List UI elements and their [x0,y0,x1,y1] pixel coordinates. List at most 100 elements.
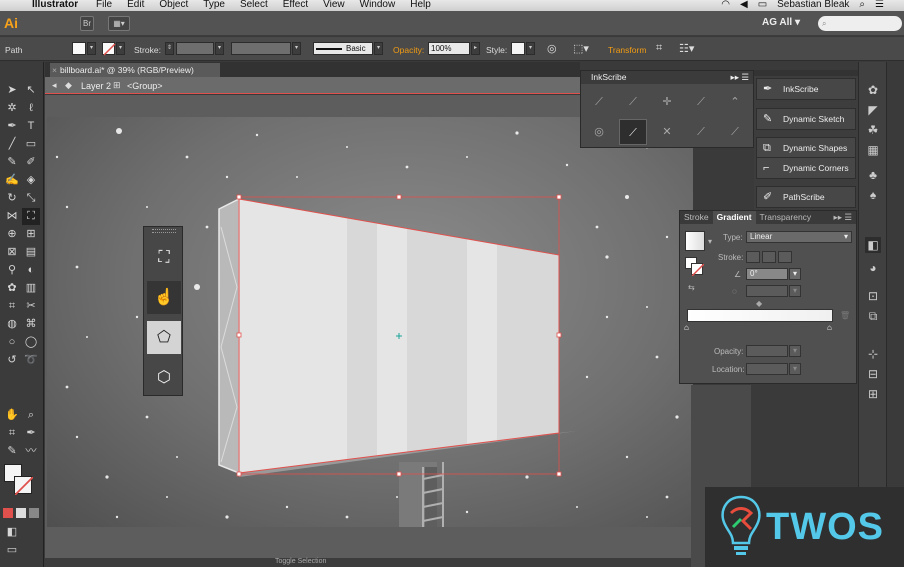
lasso-alt-tool-icon[interactable]: ↺ [3,352,21,369]
user-name[interactable]: Sebastian Bleak [777,0,849,10]
transparency-icon[interactable]: ◕ [865,260,881,276]
layers-icon[interactable]: ⧉ [865,308,881,324]
variable-width-dropdown[interactable]: ▾ [292,42,301,55]
recolor-icon[interactable]: ◎ [547,42,557,55]
extension-inkscribe[interactable]: ✒ InkScribe [756,78,856,100]
brush-alt-tool-icon[interactable]: ✎ [3,443,21,460]
group-breadcrumb[interactable]: <Group> [127,81,163,91]
fill-dropdown[interactable]: ▾ [87,42,96,55]
spotlight-icon[interactable]: ⌕ [859,0,865,10]
opacity-link[interactable]: Opacity: [393,45,424,55]
perspective-distort-icon[interactable]: ⬠ [147,321,181,354]
gradient-button[interactable] [29,508,39,518]
swatches-icon[interactable]: ☘ [865,122,881,138]
battery-icon[interactable]: ▭ [758,0,767,10]
workspace-switcher[interactable]: AG All ▾ [762,17,800,28]
gradient-tool-icon[interactable]: ▤ [22,244,40,261]
curve-anchor-icon[interactable]: ⟋ [619,89,647,115]
eyedropper-tool-icon[interactable]: ⚲ [3,262,21,279]
color-button[interactable] [16,508,26,518]
rectangle-tool-icon[interactable]: ▭ [22,136,40,153]
loop-tool-icon[interactable]: ➰ [22,352,40,369]
pen-tool-icon[interactable]: ✒ [3,118,21,135]
line-tool-icon[interactable]: ╱ [3,136,21,153]
close-icon[interactable]: × [52,63,57,77]
slice-tool-icon[interactable]: ✂ [22,298,40,315]
close-path-icon[interactable]: ◎ [585,119,613,145]
gradient-slider[interactable] [687,309,833,322]
document-tab[interactable]: × billboard.ai* @ 39% (RGB/Preview) [50,63,220,77]
stop-location-field[interactable] [746,363,788,375]
stop-opacity-dropdown[interactable]: ▾ [789,345,801,357]
graphic-styles-icon[interactable]: ♠ [865,187,881,203]
back-arrow-icon[interactable]: ◂ [52,80,57,91]
stroke-weight-field[interactable] [176,42,214,55]
gradient-preview-swatch[interactable] [685,231,705,251]
pencil-tool-icon[interactable]: ✐ [22,154,40,171]
notifications-icon[interactable]: ☰ [875,0,884,10]
menu-type[interactable]: Type [203,0,225,10]
opacity-dropdown[interactable]: ▸ [471,42,480,55]
options-icon[interactable]: ⟋ [721,119,749,145]
chevron-down-icon[interactable]: ▾ [708,237,712,246]
brushes-icon[interactable]: ▦ [865,142,881,158]
type-tool-icon[interactable]: T [22,118,40,135]
angle-dropdown[interactable]: ▾ [789,268,801,280]
stroke-weight-dropdown[interactable]: ▾ [215,42,224,55]
zoom-tool-icon[interactable]: ⌕ [22,407,40,424]
panel-menu-icon[interactable]: ▸▸ ☰ [829,211,856,224]
menu-effect[interactable]: Effect [283,0,308,10]
extension-dynamic-corners[interactable]: ⌐ Dynamic Corners [756,157,856,179]
panel-menu-icon[interactable]: ▸▸ ☰ [730,71,749,84]
fill-swatch[interactable] [72,42,86,55]
none-color-button[interactable] [3,508,13,518]
reverse-gradient-icon[interactable]: ⇆ [688,283,695,292]
aspect-ratio-field[interactable] [746,285,788,297]
smooth-anchor-icon[interactable]: ⟋ [585,89,613,115]
artboards-icon[interactable]: ⊹ [865,346,881,362]
constrain-icon[interactable]: ⛶ [147,241,181,274]
style-dropdown[interactable]: ▾ [526,42,535,55]
warp-tool-icon[interactable]: ◍ [3,316,21,333]
variable-width-field[interactable] [231,42,291,55]
appearance-icon[interactable]: ⊡ [865,288,881,304]
scribble-tool-icon[interactable]: 〰 [22,443,40,460]
eraser-tool-icon[interactable]: ◈ [22,172,40,189]
wifi-icon[interactable]: ◠ [721,0,730,10]
stop-location-dropdown[interactable]: ▾ [789,363,801,375]
gradient-stop-right[interactable]: ⌂ [827,323,832,332]
shape-builder-tool-icon[interactable]: ⊕ [3,226,21,243]
tab-transparency[interactable]: Transparency [756,211,816,224]
artboard-tool-icon[interactable]: ⌗ [3,298,21,315]
aspect-ratio-dropdown[interactable]: ▾ [789,285,801,297]
color-icon[interactable]: ✿ [865,82,881,98]
color-guide-icon[interactable]: ◤ [865,102,881,118]
opacity-field[interactable]: 100% [428,42,470,55]
layer-breadcrumb[interactable]: Layer 2 [81,81,111,91]
stroke-mode-3-button[interactable] [778,251,792,263]
tab-gradient[interactable]: Gradient [712,211,756,224]
pathfinder-icon[interactable]: ⊞ [865,386,881,402]
ellipse-tool-icon[interactable]: ○ [3,334,21,351]
arrange-documents-button[interactable]: ▦▾ [108,16,130,31]
bridge-button[interactable]: Br [80,16,94,31]
stroke-weight-stepper[interactable]: ⇕ [165,42,174,55]
transform-link[interactable]: Transform [608,45,646,55]
volume-icon[interactable]: ◀ [740,0,748,10]
perspective-grid-tool-icon[interactable]: ⊞ [22,226,40,243]
corner-anchor-icon[interactable]: ✛ [653,89,681,115]
rubber-band-icon[interactable]: ⟋ [687,119,715,145]
symbol-sprayer-tool-icon[interactable]: ✿ [3,280,21,297]
menu-view[interactable]: View [323,0,345,10]
brush-field[interactable]: Basic [313,42,373,55]
scale-tool-icon[interactable]: ⤡ [22,190,40,207]
pen-alt-tool-icon[interactable]: ✒ [22,425,40,442]
inkscribe-panel-header[interactable]: InkScribe ▸▸ ☰ [581,71,753,84]
gradient-panel-icon[interactable]: ◧ [865,237,881,253]
draw-mode-icon[interactable]: ◧ [3,524,21,541]
cusp-anchor-icon[interactable]: ⌃ [721,89,749,115]
magic-wand-tool-icon[interactable]: ✲ [3,100,21,117]
crop-tool-icon[interactable]: ⌗ [3,425,21,442]
menu-edit[interactable]: Edit [127,0,144,10]
free-transform-icon[interactable]: ☝ [147,281,181,314]
